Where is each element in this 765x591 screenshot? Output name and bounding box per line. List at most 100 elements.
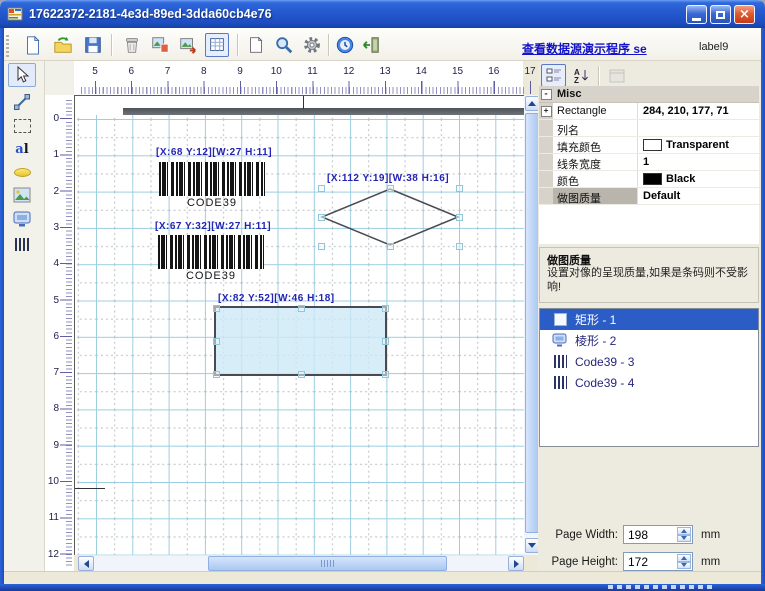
property-value: 284, 210, 177, 71 — [643, 105, 729, 117]
selection-handle[interactable] — [298, 371, 305, 378]
open-button[interactable] — [51, 33, 75, 57]
text-icon: al — [15, 142, 28, 157]
minimize-icon — [692, 18, 701, 21]
property-row[interactable]: 填充颜色Transparent — [539, 137, 759, 154]
object-list-item[interactable]: Code39 - 3 — [540, 351, 758, 372]
toolbar-grip[interactable] — [6, 35, 9, 57]
object-list-item[interactable]: Code39 - 4 — [540, 372, 758, 393]
barcode-icon — [15, 238, 30, 251]
down-arrow-icon — [528, 543, 536, 552]
description-text: 设置对像的呈现质量,如果是条码则不受影响! — [547, 266, 753, 294]
scroll-down-button[interactable] — [525, 538, 539, 553]
object-list-item[interactable]: 矩形 - 1 — [540, 309, 758, 330]
rectangle-object[interactable] — [214, 306, 387, 376]
tool-pointer[interactable] — [8, 63, 36, 87]
toolbar-separator — [111, 34, 113, 56]
design-canvas[interactable]: [X:68 Y:12][W:27 H:11] CODE39 [X:67 Y:32… — [74, 95, 524, 555]
page-width-input[interactable]: 198 — [623, 525, 693, 544]
scroll-left-button[interactable] — [78, 556, 94, 571]
selection-handle[interactable] — [382, 305, 389, 312]
spin-up-button[interactable] — [677, 527, 691, 535]
window-title: 17622372-2181-4e3d-89ed-3dda60cb4e76 — [29, 7, 272, 21]
horizontal-scroll-thumb[interactable] — [208, 556, 447, 571]
delete-button[interactable] — [120, 33, 144, 57]
object-list-item[interactable]: 棱形 - 2 — [540, 330, 758, 351]
object-list[interactable]: 矩形 - 1 棱形 - 2 Code39 - 3Code39 - 4 — [539, 308, 759, 447]
selection-handle[interactable] — [387, 243, 394, 250]
object-list-label: 棱形 - 2 — [575, 332, 616, 349]
new-document-button[interactable] — [21, 33, 45, 57]
spin-down-button[interactable] — [677, 562, 691, 570]
horizontal-scrollbar[interactable] — [78, 556, 524, 571]
diamond-object[interactable] — [321, 188, 459, 246]
ruler-number: 11 — [45, 512, 59, 523]
close-button[interactable]: × — [734, 5, 755, 24]
categorized-view-button[interactable] — [541, 64, 566, 87]
barcode2-object[interactable] — [158, 235, 264, 269]
spinner[interactable] — [677, 527, 691, 542]
info-button[interactable] — [333, 33, 357, 57]
minimize-button[interactable] — [686, 5, 707, 24]
print-button[interactable] — [244, 33, 268, 57]
tool-diamond[interactable] — [8, 207, 36, 231]
object-list-label: 矩形 - 1 — [575, 311, 616, 328]
selection-handle[interactable] — [213, 371, 220, 378]
tool-text[interactable]: al — [8, 137, 36, 161]
property-category[interactable]: - Misc — [539, 86, 759, 103]
selection-handle[interactable] — [213, 305, 220, 312]
page-height-input[interactable]: 172 — [623, 552, 693, 571]
pointer-icon — [13, 66, 31, 84]
scroll-right-button[interactable] — [508, 556, 524, 571]
selection-handle[interactable] — [318, 243, 325, 250]
barcode1-object[interactable] — [159, 162, 265, 196]
spinner[interactable] — [677, 554, 691, 569]
property-row[interactable]: 列名 — [539, 120, 759, 137]
datasource-demo-link[interactable]: 查看数据源演示程序 se — [522, 40, 647, 57]
property-row[interactable]: 线条宽度1 — [539, 154, 759, 171]
zoom-button[interactable] — [272, 33, 296, 57]
alphabetical-sort-button[interactable]: AZ — [569, 64, 594, 87]
tool-image[interactable] — [8, 183, 36, 207]
vertical-scroll-thumb[interactable] — [525, 113, 539, 533]
save-button[interactable] — [81, 33, 105, 57]
property-row[interactable]: +Rectangle284, 210, 177, 71 — [539, 103, 759, 120]
selection-handle[interactable] — [387, 185, 394, 192]
svg-text:Z: Z — [574, 76, 579, 84]
diamond-icon — [552, 333, 568, 348]
scroll-up-button[interactable] — [525, 96, 539, 111]
tool-rectangle[interactable] — [8, 114, 36, 138]
selection-handle[interactable] — [382, 338, 389, 345]
paste-image-button[interactable] — [176, 33, 200, 57]
spin-down-button[interactable] — [677, 535, 691, 543]
selection-handle[interactable] — [318, 185, 325, 192]
copy-image-button[interactable] — [148, 33, 172, 57]
grid-view-button[interactable] — [205, 33, 229, 57]
exit-button[interactable] — [359, 33, 383, 57]
collapse-box[interactable]: - — [539, 86, 553, 102]
vertical-ruler: 0123456789101112 — [45, 95, 74, 578]
property-label: 颜色 — [553, 171, 638, 187]
selection-handle[interactable] — [456, 214, 463, 221]
selection-handle[interactable] — [298, 305, 305, 312]
tool-line[interactable] — [8, 90, 36, 114]
tool-barcode[interactable] — [8, 232, 36, 256]
property-row[interactable]: 做图质量Default — [539, 188, 759, 205]
barcode2-position-label: [X:67 Y:32][W:27 H:11] — [155, 221, 271, 232]
selection-handle[interactable] — [318, 214, 325, 221]
tool-ellipse[interactable] — [8, 160, 36, 184]
selection-handle[interactable] — [456, 185, 463, 192]
settings-button[interactable] — [300, 33, 324, 57]
barcode-icon — [552, 355, 568, 368]
property-label: 线条宽度 — [553, 154, 638, 170]
property-row[interactable]: 颜色Black — [539, 171, 759, 188]
selection-handle[interactable] — [456, 243, 463, 250]
maximize-button[interactable] — [710, 5, 731, 24]
expand-box[interactable]: + — [541, 106, 552, 117]
paste-image-icon — [178, 35, 198, 55]
line-icon — [13, 93, 31, 111]
selection-handle[interactable] — [382, 371, 389, 378]
selection-handle[interactable] — [213, 338, 220, 345]
ruler-number: 12 — [341, 66, 357, 77]
spin-up-button[interactable] — [677, 554, 691, 562]
property-pages-button[interactable] — [604, 64, 629, 87]
